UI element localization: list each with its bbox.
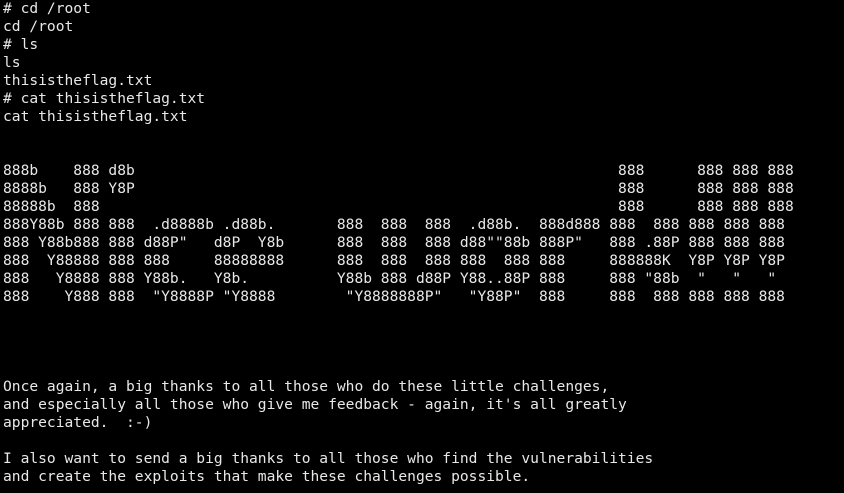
message-line: and especially all those who give me fee… xyxy=(3,396,627,413)
terminal-window[interactable]: # cd /root cd /root # ls ls thisisthefla… xyxy=(0,0,844,493)
message-line: appreciated. :-) xyxy=(3,414,153,431)
terminal-line-command-cd: # cd /root xyxy=(3,0,91,17)
message-line: and create the exploits that make these … xyxy=(3,468,531,485)
ascii-art-line: 888 Y88888 888 888 88888888 888 888 888 … xyxy=(3,252,785,269)
terminal-line-command-ls: # ls xyxy=(3,36,39,53)
terminal-line-echo-cd: cd /root xyxy=(3,18,74,35)
ascii-art-line: 88888b 888 888 888 888 888 xyxy=(3,198,794,215)
terminal-line-command-cat: # cat thisistheflag.txt xyxy=(3,90,206,107)
terminal-line-echo-cat: cat thisistheflag.txt xyxy=(3,108,188,125)
terminal-line-echo-ls: ls xyxy=(3,54,21,71)
ascii-art-line: 888Y88b 888 888 .d8888b .d88b. 888 888 8… xyxy=(3,216,785,233)
ascii-art-line: 888 Y888 888 "Y8888P "Y8888 "Y8888888P" … xyxy=(3,288,785,305)
ascii-art-line: 8888b 888 Y8P 888 888 888 888 xyxy=(3,180,794,197)
ascii-art-line: 888 Y8888 888 Y88b. Y8b. Y88b 888 d88P Y… xyxy=(3,270,777,287)
terminal-line-ls-output: thisistheflag.txt xyxy=(3,72,153,89)
message-line: I also want to send a big thanks to all … xyxy=(3,450,654,467)
message-line: Once again, a big thanks to all those wh… xyxy=(3,378,610,395)
ascii-art-line: 888b 888 d8b 888 888 888 888 xyxy=(3,162,794,179)
ascii-art-line: 888 Y88b888 888 d88P" d8P Y8b 888 888 88… xyxy=(3,234,785,251)
